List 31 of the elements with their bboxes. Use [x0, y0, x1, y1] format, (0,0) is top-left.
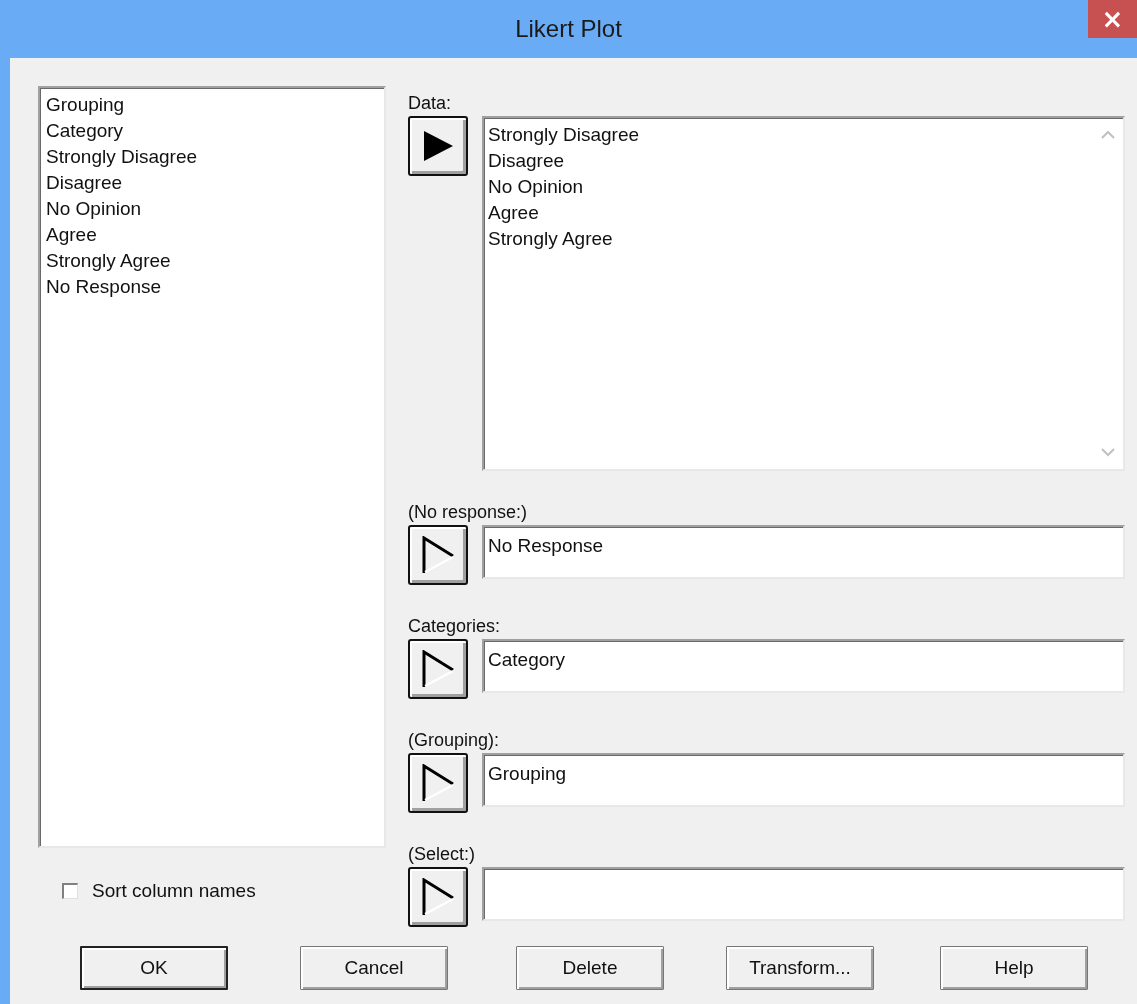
dialog-button[interactable]: Help	[940, 946, 1088, 990]
list-item[interactable]: No Response	[46, 274, 378, 300]
field-label: Data:	[408, 92, 453, 114]
field-label: (Grouping):	[408, 729, 501, 751]
list-item[interactable]: Strongly Disagree	[488, 122, 1093, 148]
checkbox-label: Sort column names	[92, 880, 256, 902]
list-item[interactable]: Grouping	[46, 92, 378, 118]
field-label: Categories:	[408, 615, 502, 637]
list-item[interactable]: Agree	[488, 200, 1093, 226]
window-title: Likert Plot	[515, 15, 622, 43]
dialog-button[interactable]: Transform...	[726, 946, 874, 990]
dialog-button[interactable]: Cancel	[300, 946, 448, 990]
dialog-button[interactable]: Delete	[516, 946, 664, 990]
dialog-button[interactable]: OK	[80, 946, 228, 990]
input-field[interactable]: No Response	[482, 525, 1125, 579]
list-item[interactable]: Strongly Disagree	[46, 144, 378, 170]
list-item[interactable]: Strongly Agree	[46, 248, 378, 274]
column-list[interactable]: Grouping Category Strongly Disagree Disagree No Opinion Agree Strongly Agree No Response	[38, 86, 386, 848]
close-button[interactable]: ×	[1088, 0, 1137, 38]
field-label: (Select:)	[408, 843, 477, 865]
data-list[interactable]: Strongly Disagree Disagree No Opinion Agree Strongly Agree	[482, 116, 1125, 471]
list-item[interactable]: Disagree	[488, 148, 1093, 174]
field-label: (No response:)	[408, 501, 529, 523]
list-item[interactable]: Agree	[46, 222, 378, 248]
list-item[interactable]: Category	[46, 118, 378, 144]
input-field[interactable]: Category	[482, 639, 1125, 693]
list-item[interactable]: Disagree	[46, 170, 378, 196]
input-field[interactable]: Grouping	[482, 753, 1125, 807]
list-item[interactable]: No Opinion	[46, 196, 378, 222]
list-item[interactable]: No Opinion	[488, 174, 1093, 200]
list-item[interactable]: Strongly Agree	[488, 226, 1093, 252]
